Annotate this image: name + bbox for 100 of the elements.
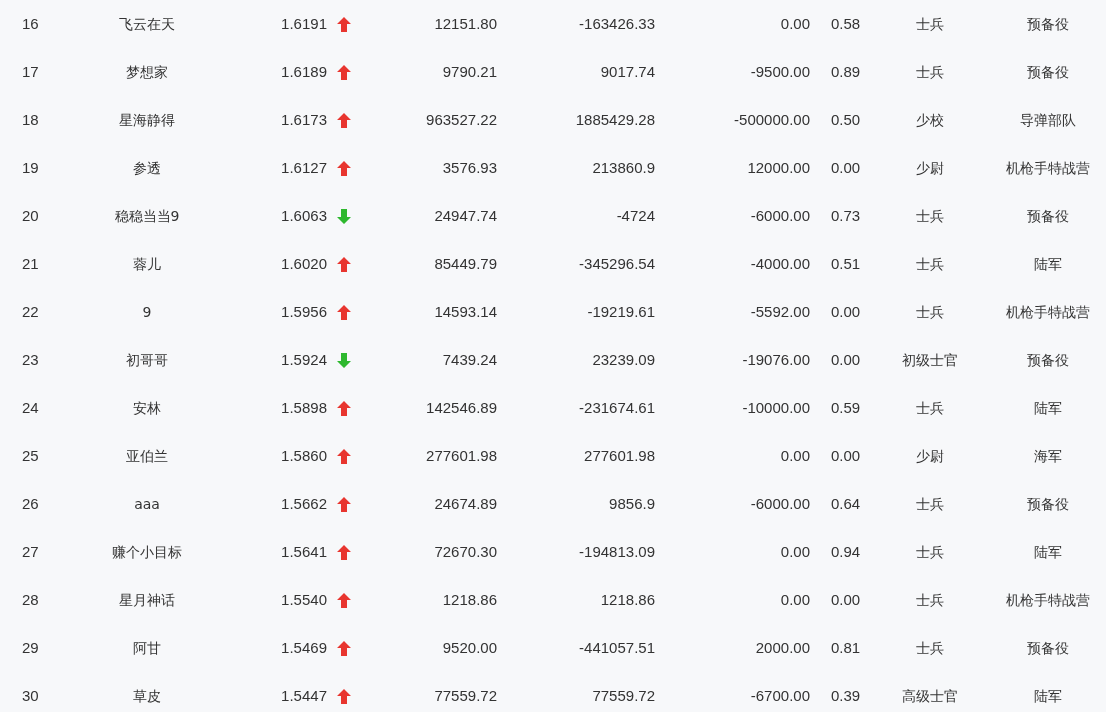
player-name: 9 <box>142 303 152 320</box>
amount-value: -6000.00 <box>750 494 810 512</box>
rank-title: 士兵 <box>916 639 944 656</box>
amount-value: 7439.24 <box>442 350 497 368</box>
ratio-value: 1.5662 <box>281 494 327 512</box>
amount-value: 9856.9 <box>609 494 655 512</box>
rate-value: 0.00 <box>831 302 861 320</box>
unit-name: 陆军 <box>1034 543 1062 560</box>
amount-value: -4724 <box>616 206 655 224</box>
amount-value: 277601.98 <box>426 446 497 464</box>
rank-title: 初级士官 <box>902 351 958 368</box>
rate-value: 0.89 <box>831 62 861 80</box>
unit-name: 机枪手特战营 <box>1006 303 1090 320</box>
amount-value: -231674.61 <box>579 398 655 416</box>
ratio-value: 1.6020 <box>281 254 327 272</box>
rank-number: 29 <box>22 638 39 656</box>
rank-number: 27 <box>22 542 39 560</box>
player-name: 安林 <box>133 399 161 416</box>
unit-name: 预备役 <box>1027 63 1069 80</box>
unit-name: 海军 <box>1034 447 1062 464</box>
amount-value: -6700.00 <box>750 686 810 704</box>
amount-value: 72670.30 <box>434 542 497 560</box>
unit-name: 导弹部队 <box>1020 111 1076 128</box>
amount-value: 77559.72 <box>592 686 655 704</box>
amount-value: 9520.00 <box>442 638 497 656</box>
amount-value: 14593.14 <box>434 302 497 320</box>
rank-title: 士兵 <box>916 591 944 608</box>
unit-name: 机枪手特战营 <box>1006 159 1090 176</box>
rank-title: 士兵 <box>916 495 944 512</box>
amount-value: 24674.89 <box>434 494 497 512</box>
rate-value: 0.64 <box>831 494 861 512</box>
ratio-value: 1.6173 <box>281 110 327 128</box>
amount-value: 3576.93 <box>442 158 497 176</box>
amount-value: 23239.09 <box>592 350 655 368</box>
amount-value: -163426.33 <box>579 14 655 32</box>
amount-value: 0.00 <box>780 14 810 32</box>
amount-value: -19219.61 <box>587 302 655 320</box>
ratio-value: 1.5447 <box>281 686 327 704</box>
amount-value: 0.00 <box>780 542 810 560</box>
rate-value: 0.51 <box>831 254 861 272</box>
player-name: 梦想家 <box>126 63 168 80</box>
amount-value: 24947.74 <box>434 206 497 224</box>
rank-title: 士兵 <box>916 63 944 80</box>
amount-value: -19076.00 <box>742 350 810 368</box>
rate-value: 0.94 <box>831 542 861 560</box>
rank-number: 20 <box>22 206 39 224</box>
ratio-value: 1.5924 <box>281 350 327 368</box>
ratio-value: 1.5540 <box>281 590 327 608</box>
rate-value: 0.50 <box>831 110 861 128</box>
amount-value: -194813.09 <box>579 542 655 560</box>
ratio-value: 1.6189 <box>281 62 327 80</box>
amount-value: 1218.86 <box>442 590 497 608</box>
rank-number: 18 <box>22 110 39 128</box>
rank-number: 25 <box>22 446 39 464</box>
amount-value: 0.00 <box>780 590 810 608</box>
amount-value: -345296.54 <box>579 254 655 272</box>
rate-value: 0.00 <box>831 350 861 368</box>
rank-number: 22 <box>22 302 39 320</box>
amount-value: 12000.00 <box>747 158 810 176</box>
amount-value: -5592.00 <box>750 302 810 320</box>
unit-name: 预备役 <box>1027 351 1069 368</box>
unit-name: 陆军 <box>1034 687 1062 704</box>
amount-value: 277601.98 <box>584 446 655 464</box>
amount-value: 2000.00 <box>755 638 810 656</box>
rank-title: 少尉 <box>916 159 944 176</box>
rate-value: 0.39 <box>831 686 861 704</box>
amount-value: 1218.86 <box>600 590 655 608</box>
amount-value: 963527.22 <box>426 110 497 128</box>
player-name: 亚伯兰 <box>126 447 168 464</box>
rank-title: 士兵 <box>916 207 944 224</box>
ratio-value: 1.6063 <box>281 206 327 224</box>
amount-value: 77559.72 <box>434 686 497 704</box>
rate-value: 0.00 <box>831 446 861 464</box>
rate-value: 0.58 <box>831 14 861 32</box>
amount-value: -441057.51 <box>579 638 655 656</box>
player-name: 初哥哥 <box>126 351 168 368</box>
player-name: aaa <box>134 495 160 512</box>
amount-value: 85449.79 <box>434 254 497 272</box>
rank-title: 士兵 <box>916 255 944 272</box>
player-name: 星月神话 <box>119 591 175 608</box>
rank-number: 21 <box>22 254 39 272</box>
ratio-value: 1.5860 <box>281 446 327 464</box>
rank-title: 士兵 <box>916 543 944 560</box>
amount-value: 213860.9 <box>592 158 655 176</box>
player-name: 飞云在天 <box>119 15 175 32</box>
ratio-value: 1.5641 <box>281 542 327 560</box>
unit-name: 预备役 <box>1027 15 1069 32</box>
player-name: 稳稳当当9 <box>114 207 180 224</box>
amount-value: 9017.74 <box>600 62 655 80</box>
amount-value: -10000.00 <box>742 398 810 416</box>
amount-value: 1885429.28 <box>575 110 655 128</box>
player-name: 蓉儿 <box>133 255 161 272</box>
amount-value: -9500.00 <box>750 62 810 80</box>
amount-value: -6000.00 <box>750 206 810 224</box>
rank-number: 26 <box>22 494 39 512</box>
amount-value: -4000.00 <box>750 254 810 272</box>
rate-value: 0.59 <box>831 398 861 416</box>
player-name: 星海静得 <box>119 111 175 128</box>
rate-value: 0.81 <box>831 638 861 656</box>
rank-title: 士兵 <box>916 303 944 320</box>
